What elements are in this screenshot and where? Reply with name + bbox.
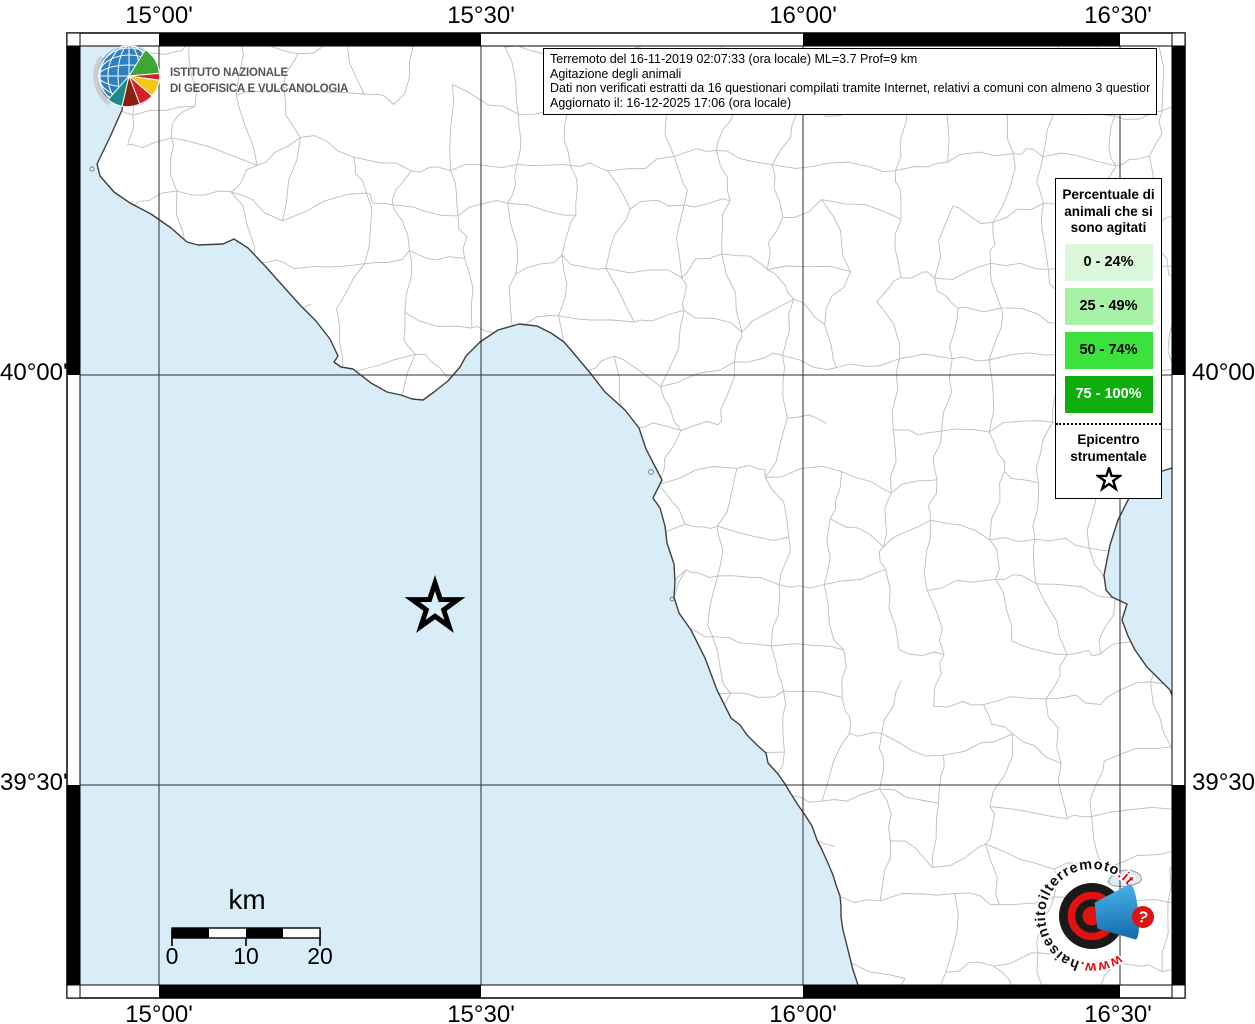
info-line-updated: Aggiornato il: 16-12-2025 17:06 (ora loc…	[550, 95, 792, 110]
islet	[669, 596, 675, 602]
ingv-wordmark-line2: DI GEOFISICA E VULCANOLOGIA	[170, 81, 349, 95]
legend-swatch-50-74: 50 - 74%	[1064, 331, 1153, 369]
map-page: www.haisentitoilterremoto.it ? Terremoto…	[0, 0, 1255, 1024]
earthquake-info-box: Terremoto del 16-11-2019 02:07:33 (ora l…	[543, 48, 1157, 116]
ingv-wordmark-line1: ISTITUTO NAZIONALE	[170, 65, 288, 79]
map-canvas: www.haisentitoilterremoto.it ?	[66, 32, 1186, 999]
axis-label-top-1500: 15°00'	[125, 2, 193, 29]
axis-label-top-1630: 16°30'	[1084, 2, 1152, 29]
axis-label-left-4000: 40°00'	[0, 359, 68, 386]
legend-separator	[1056, 422, 1161, 425]
axis-label-top-1600: 16°00'	[769, 2, 837, 29]
scale-bar-tick-0: 0	[165, 943, 179, 969]
axis-label-bottom-1630: 16°30'	[1084, 1001, 1152, 1024]
question-mark-icon: ?	[1132, 906, 1154, 928]
axis-label-bottom-1600: 16°00'	[769, 1001, 837, 1024]
legend-swatch-25-49: 25 - 49%	[1064, 287, 1153, 325]
axis-label-bottom-1530: 15°30'	[447, 1001, 515, 1024]
legend-box: Percentuale di animali che si sono agita…	[1055, 178, 1162, 499]
axis-label-left-3930: 39°30'	[0, 769, 68, 796]
legend-epicenter-title: Epicentro strumentale	[1070, 431, 1147, 464]
axis-label-bottom-1500: 15°00'	[125, 1001, 193, 1024]
info-line-subject: Agitazione degli animali	[550, 66, 682, 81]
axis-label-right-4000: 40°00'	[1192, 359, 1255, 386]
axis-label-top-1530: 15°30'	[447, 2, 515, 29]
legend-star-icon	[1095, 466, 1122, 492]
scale-bar-tick-20: 20	[307, 943, 333, 969]
legend-swatch-75-100: 75 - 100%	[1064, 375, 1153, 413]
info-line-event: Terremoto del 16-11-2019 02:07:33 (ora l…	[550, 52, 918, 66]
islet	[648, 469, 654, 475]
axis-label-right-3930: 39°30'	[1192, 769, 1255, 796]
legend-title: Percentuale di animali che si sono agita…	[1062, 187, 1155, 235]
info-line-disclaimer: Dati non verificati estratti da 16 quest…	[550, 81, 1150, 96]
legend-swatch-0-24: 0 - 24%	[1064, 243, 1153, 281]
islet	[89, 166, 95, 172]
scale-bar-unit-label: km	[228, 884, 266, 915]
ingv-wordmark: ISTITUTO NAZIONALE DI GEOFISICA E VULCAN…	[170, 64, 348, 96]
scale-bar-tick-10: 10	[233, 943, 259, 969]
